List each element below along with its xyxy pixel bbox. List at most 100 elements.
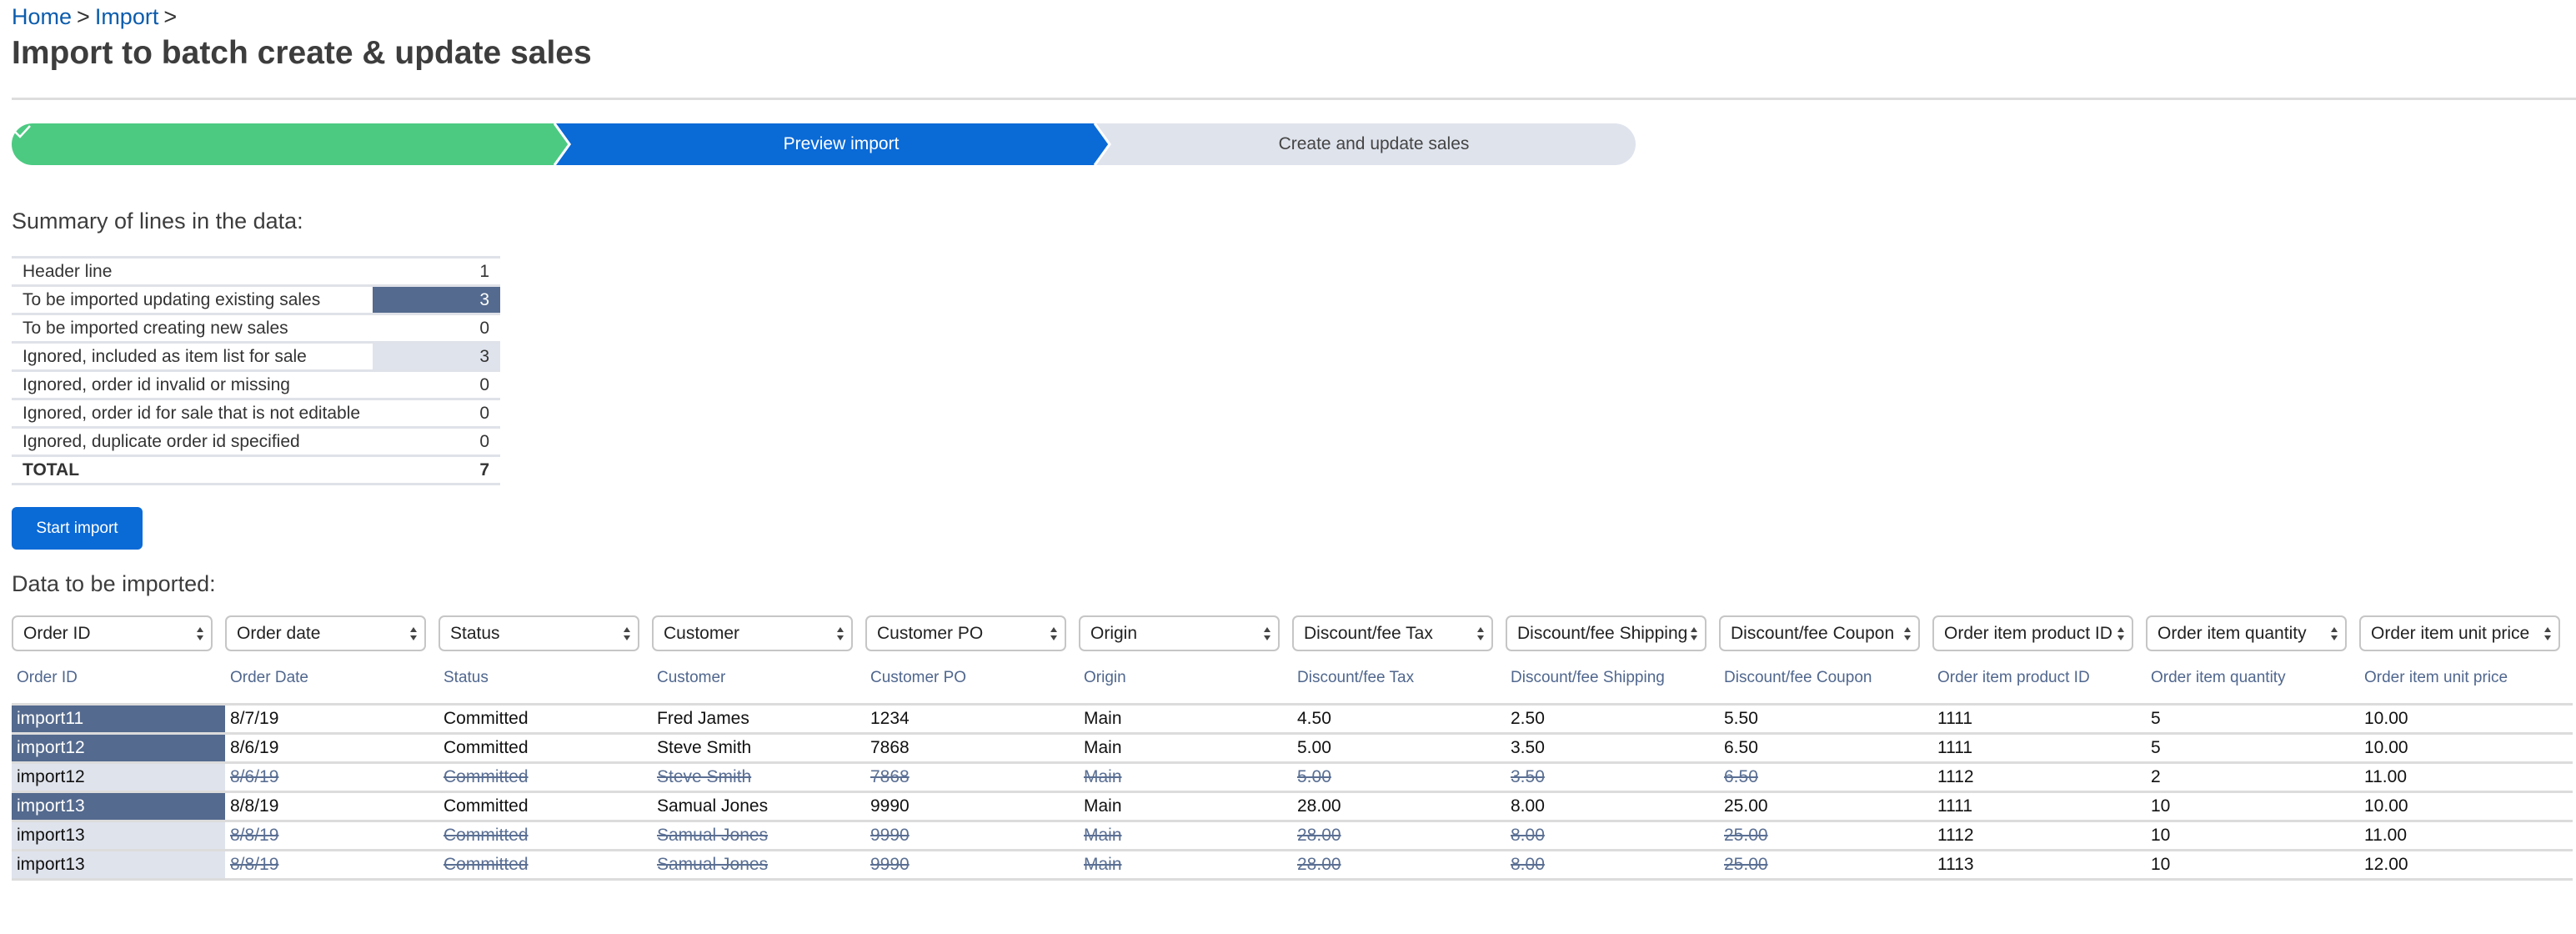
summary-row: Header line 1 — [12, 256, 500, 286]
column-mapping-select[interactable]: Discount/fee Shipping — [1506, 615, 1706, 651]
summary-row: Ignored, included as item list for sale 3 — [12, 341, 500, 371]
table-row: import12 8/6/19 Committed Steve Smith 7868 Ma… — [12, 732, 2573, 763]
column-mapping-select[interactable]: Discount/fee Tax — [1292, 615, 1493, 651]
summary-row: To be imported updating existing sales 3 — [12, 284, 500, 314]
table-cell: 5 — [2146, 703, 2359, 734]
column-mapping-select[interactable]: Origin — [1079, 615, 1280, 651]
column-mapping-select[interactable]: Order ID — [12, 615, 213, 651]
summary-row-value: 1 — [373, 256, 500, 286]
breadcrumb-separator: > — [163, 4, 178, 29]
table-cell: 10 — [2146, 820, 2359, 851]
summary-row: Ignored, duplicate order id specified 0 — [12, 426, 500, 456]
table-cell: 25.00 — [1719, 820, 1932, 851]
summary-row-label: Header line — [12, 256, 373, 286]
table-cell: Committed — [439, 820, 652, 851]
table-cell: 3.50 — [1506, 761, 1719, 792]
table-cell: 7868 — [865, 761, 1079, 792]
table-cell: 6.50 — [1719, 761, 1932, 792]
page-title: Import to batch create & update sales — [12, 35, 592, 71]
column-mapping-select[interactable]: Discount/fee Coupon — [1719, 615, 1920, 651]
summary-row-value: 3 — [373, 284, 500, 314]
column-mapping-cell: Customer PO — [865, 615, 1079, 651]
table-cell: 10.00 — [2359, 732, 2573, 763]
table-cell: 9990 — [865, 849, 1079, 881]
table-row: import11 8/7/19 Committed Fred James 1234 Mai… — [12, 703, 2573, 734]
table-cell: 8/6/19 — [225, 761, 439, 792]
column-mapping-cell: Order item product ID — [1932, 615, 2146, 651]
table-cell: Samual Jones — [652, 791, 865, 821]
column-mapping-select[interactable]: Order item product ID — [1932, 615, 2133, 651]
table-cell: 28.00 — [1292, 849, 1506, 881]
table-cell: 12.00 — [2359, 849, 2573, 881]
table-cell: Fred James — [652, 703, 865, 734]
column-mapping-select-value: Customer PO — [877, 624, 984, 643]
step-create-update-sales: Create and update sales — [1278, 134, 1470, 153]
summary-row-value: 0 — [373, 313, 500, 343]
column-mapping-select-value: Discount/fee Tax — [1304, 624, 1433, 643]
summary-total-row: TOTAL 7 — [12, 454, 500, 485]
summary-row-value: 0 — [373, 369, 500, 399]
summary-row-label: To be imported updating existing sales — [12, 284, 373, 314]
column-mapping-cell: Origin — [1079, 615, 1292, 651]
column-mapping-select-value: Status — [450, 624, 500, 643]
table-cell: 9990 — [865, 791, 1079, 821]
column-mapping-cell: Customer — [652, 615, 865, 651]
table-cell: 8.00 — [1506, 820, 1719, 851]
summary-row-label: Ignored, order id invalid or missing — [12, 369, 373, 399]
column-header: Origin — [1084, 669, 1126, 686]
table-cell: 28.00 — [1292, 791, 1506, 821]
table-cell: 8.00 — [1506, 791, 1719, 821]
breadcrumb-home-link[interactable]: Home — [12, 4, 72, 29]
summary-row-label: Ignored, order id for sale that is not e… — [12, 398, 373, 428]
column-mapping-select-value: Origin — [1090, 624, 1138, 643]
table-cell: Main — [1079, 791, 1292, 821]
select-updown-icon — [1904, 627, 1911, 640]
table-cell: 5.50 — [1719, 703, 1932, 734]
column-header: Order item unit price — [2364, 669, 2508, 686]
select-updown-icon — [197, 627, 203, 640]
column-header: Status — [444, 669, 489, 686]
order-id-cell: import13 — [12, 849, 225, 881]
column-mapping-cell: Discount/fee Tax — [1292, 615, 1506, 651]
header-divider — [12, 98, 2576, 100]
table-cell: 8/8/19 — [225, 791, 439, 821]
order-id-cell: import13 — [12, 820, 225, 851]
column-header: Order Date — [230, 669, 308, 686]
summary-table: Header line 1 To be imported updating exis… — [12, 256, 500, 485]
column-mapping-cell: Order item quantity — [2146, 615, 2359, 651]
start-import-button[interactable]: Start import — [12, 507, 143, 550]
column-mapping-select[interactable]: Status — [439, 615, 639, 651]
column-mapping-cell: Order ID — [12, 615, 225, 651]
column-mapping-select[interactable]: Order item unit price — [2359, 615, 2560, 651]
check-icon — [14, 125, 31, 138]
table-cell: 8/8/19 — [225, 849, 439, 881]
column-headers: Order ID Order Date Status Customer Customer… — [12, 667, 2573, 692]
order-id-cell: import11 — [12, 703, 225, 734]
column-header: Discount/fee Tax — [1297, 669, 1415, 686]
table-cell: 5 — [2146, 732, 2359, 763]
table-cell: 10.00 — [2359, 703, 2573, 734]
column-mapping-cell: Status — [439, 615, 652, 651]
column-mapping-select[interactable]: Order item quantity — [2146, 615, 2347, 651]
column-mapping-select-value: Order item quantity — [2158, 624, 2307, 643]
column-mapping-select[interactable]: Customer — [652, 615, 853, 651]
column-mapping-selects: Order ID Order date Status Customer Customer… — [12, 615, 2573, 651]
table-cell: 25.00 — [1719, 849, 1932, 881]
summary-row-label: To be imported creating new sales — [12, 313, 373, 343]
summary-row-value: 0 — [373, 398, 500, 428]
column-mapping: Order ID Order date Status Customer Customer… — [12, 615, 2573, 692]
column-mapping-select-value: Order ID — [23, 624, 91, 643]
select-updown-icon — [1477, 627, 1484, 640]
summary-total-label: TOTAL — [12, 454, 373, 485]
column-mapping-cell: Discount/fee Shipping — [1506, 615, 1719, 651]
summary-row-label: Ignored, included as item list for sale — [12, 341, 373, 371]
progress-steps: Preview import Create and update sales — [12, 123, 1636, 165]
table-cell: 1111 — [1932, 703, 2146, 734]
table-cell: 8/8/19 — [225, 820, 439, 851]
breadcrumb-import-link[interactable]: Import — [95, 4, 159, 29]
table-cell: Committed — [439, 703, 652, 734]
column-mapping-select[interactable]: Customer PO — [865, 615, 1066, 651]
column-mapping-select[interactable]: Order date — [225, 615, 426, 651]
table-cell: 10 — [2146, 849, 2359, 881]
step-upload[interactable] — [12, 123, 566, 165]
